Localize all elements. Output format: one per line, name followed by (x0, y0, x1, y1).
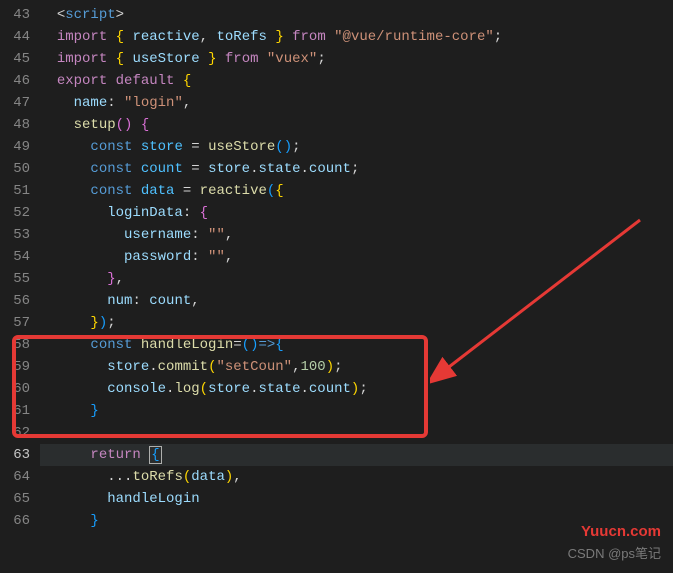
line-number: 66 (0, 510, 30, 532)
code-line: setup() { (40, 114, 673, 136)
line-number: 58 (0, 334, 30, 356)
code-line: handleLogin (40, 488, 673, 510)
line-number: 51 (0, 180, 30, 202)
line-number: 45 (0, 48, 30, 70)
line-number: 61 (0, 400, 30, 422)
line-number: 62 (0, 422, 30, 444)
code-line: ...toRefs(data), (40, 466, 673, 488)
code-line: }, (40, 268, 673, 290)
line-number: 46 (0, 70, 30, 92)
line-number: 65 (0, 488, 30, 510)
code-line: num: count, (40, 290, 673, 312)
line-number: 50 (0, 158, 30, 180)
code-line (40, 422, 673, 444)
code-line: loginData: { (40, 202, 673, 224)
line-number: 56 (0, 290, 30, 312)
line-number: 48 (0, 114, 30, 136)
code-line: <script> (40, 4, 673, 26)
code-line: import { reactive, toRefs } from "@vue/r… (40, 26, 673, 48)
code-line: const store = useStore(); (40, 136, 673, 158)
code-line: store.commit("setCoun",100); (40, 356, 673, 378)
code-line: username: "", (40, 224, 673, 246)
code-line: } (40, 400, 673, 422)
line-number: 44 (0, 26, 30, 48)
code-line: name: "login", (40, 92, 673, 114)
code-line: const count = store.state.count; (40, 158, 673, 180)
code-line-active: return { (40, 444, 673, 466)
line-number: 60 (0, 378, 30, 400)
line-number: 52 (0, 202, 30, 224)
watermark-author: CSDN @ps笔记 (568, 543, 661, 565)
code-line: const data = reactive({ (40, 180, 673, 202)
code-editor[interactable]: 4344454647484950515253545556575859606162… (0, 0, 673, 573)
line-number: 64 (0, 466, 30, 488)
code-area[interactable]: <script> import { reactive, toRefs } fro… (40, 0, 673, 573)
code-line: }); (40, 312, 673, 334)
line-number-gutter: 4344454647484950515253545556575859606162… (0, 0, 40, 573)
line-number: 55 (0, 268, 30, 290)
line-number: 63 (0, 444, 30, 466)
line-number: 57 (0, 312, 30, 334)
code-line: const handleLogin=()=>{ (40, 334, 673, 356)
line-number: 47 (0, 92, 30, 114)
code-line: export default { (40, 70, 673, 92)
line-number: 59 (0, 356, 30, 378)
line-number: 49 (0, 136, 30, 158)
line-number: 54 (0, 246, 30, 268)
code-line: } (40, 510, 673, 532)
code-line: console.log(store.state.count); (40, 378, 673, 400)
code-line: import { useStore } from "vuex"; (40, 48, 673, 70)
watermark-site: Yuucn.com (581, 521, 661, 543)
line-number: 53 (0, 224, 30, 246)
code-line: password: "", (40, 246, 673, 268)
line-number: 43 (0, 4, 30, 26)
